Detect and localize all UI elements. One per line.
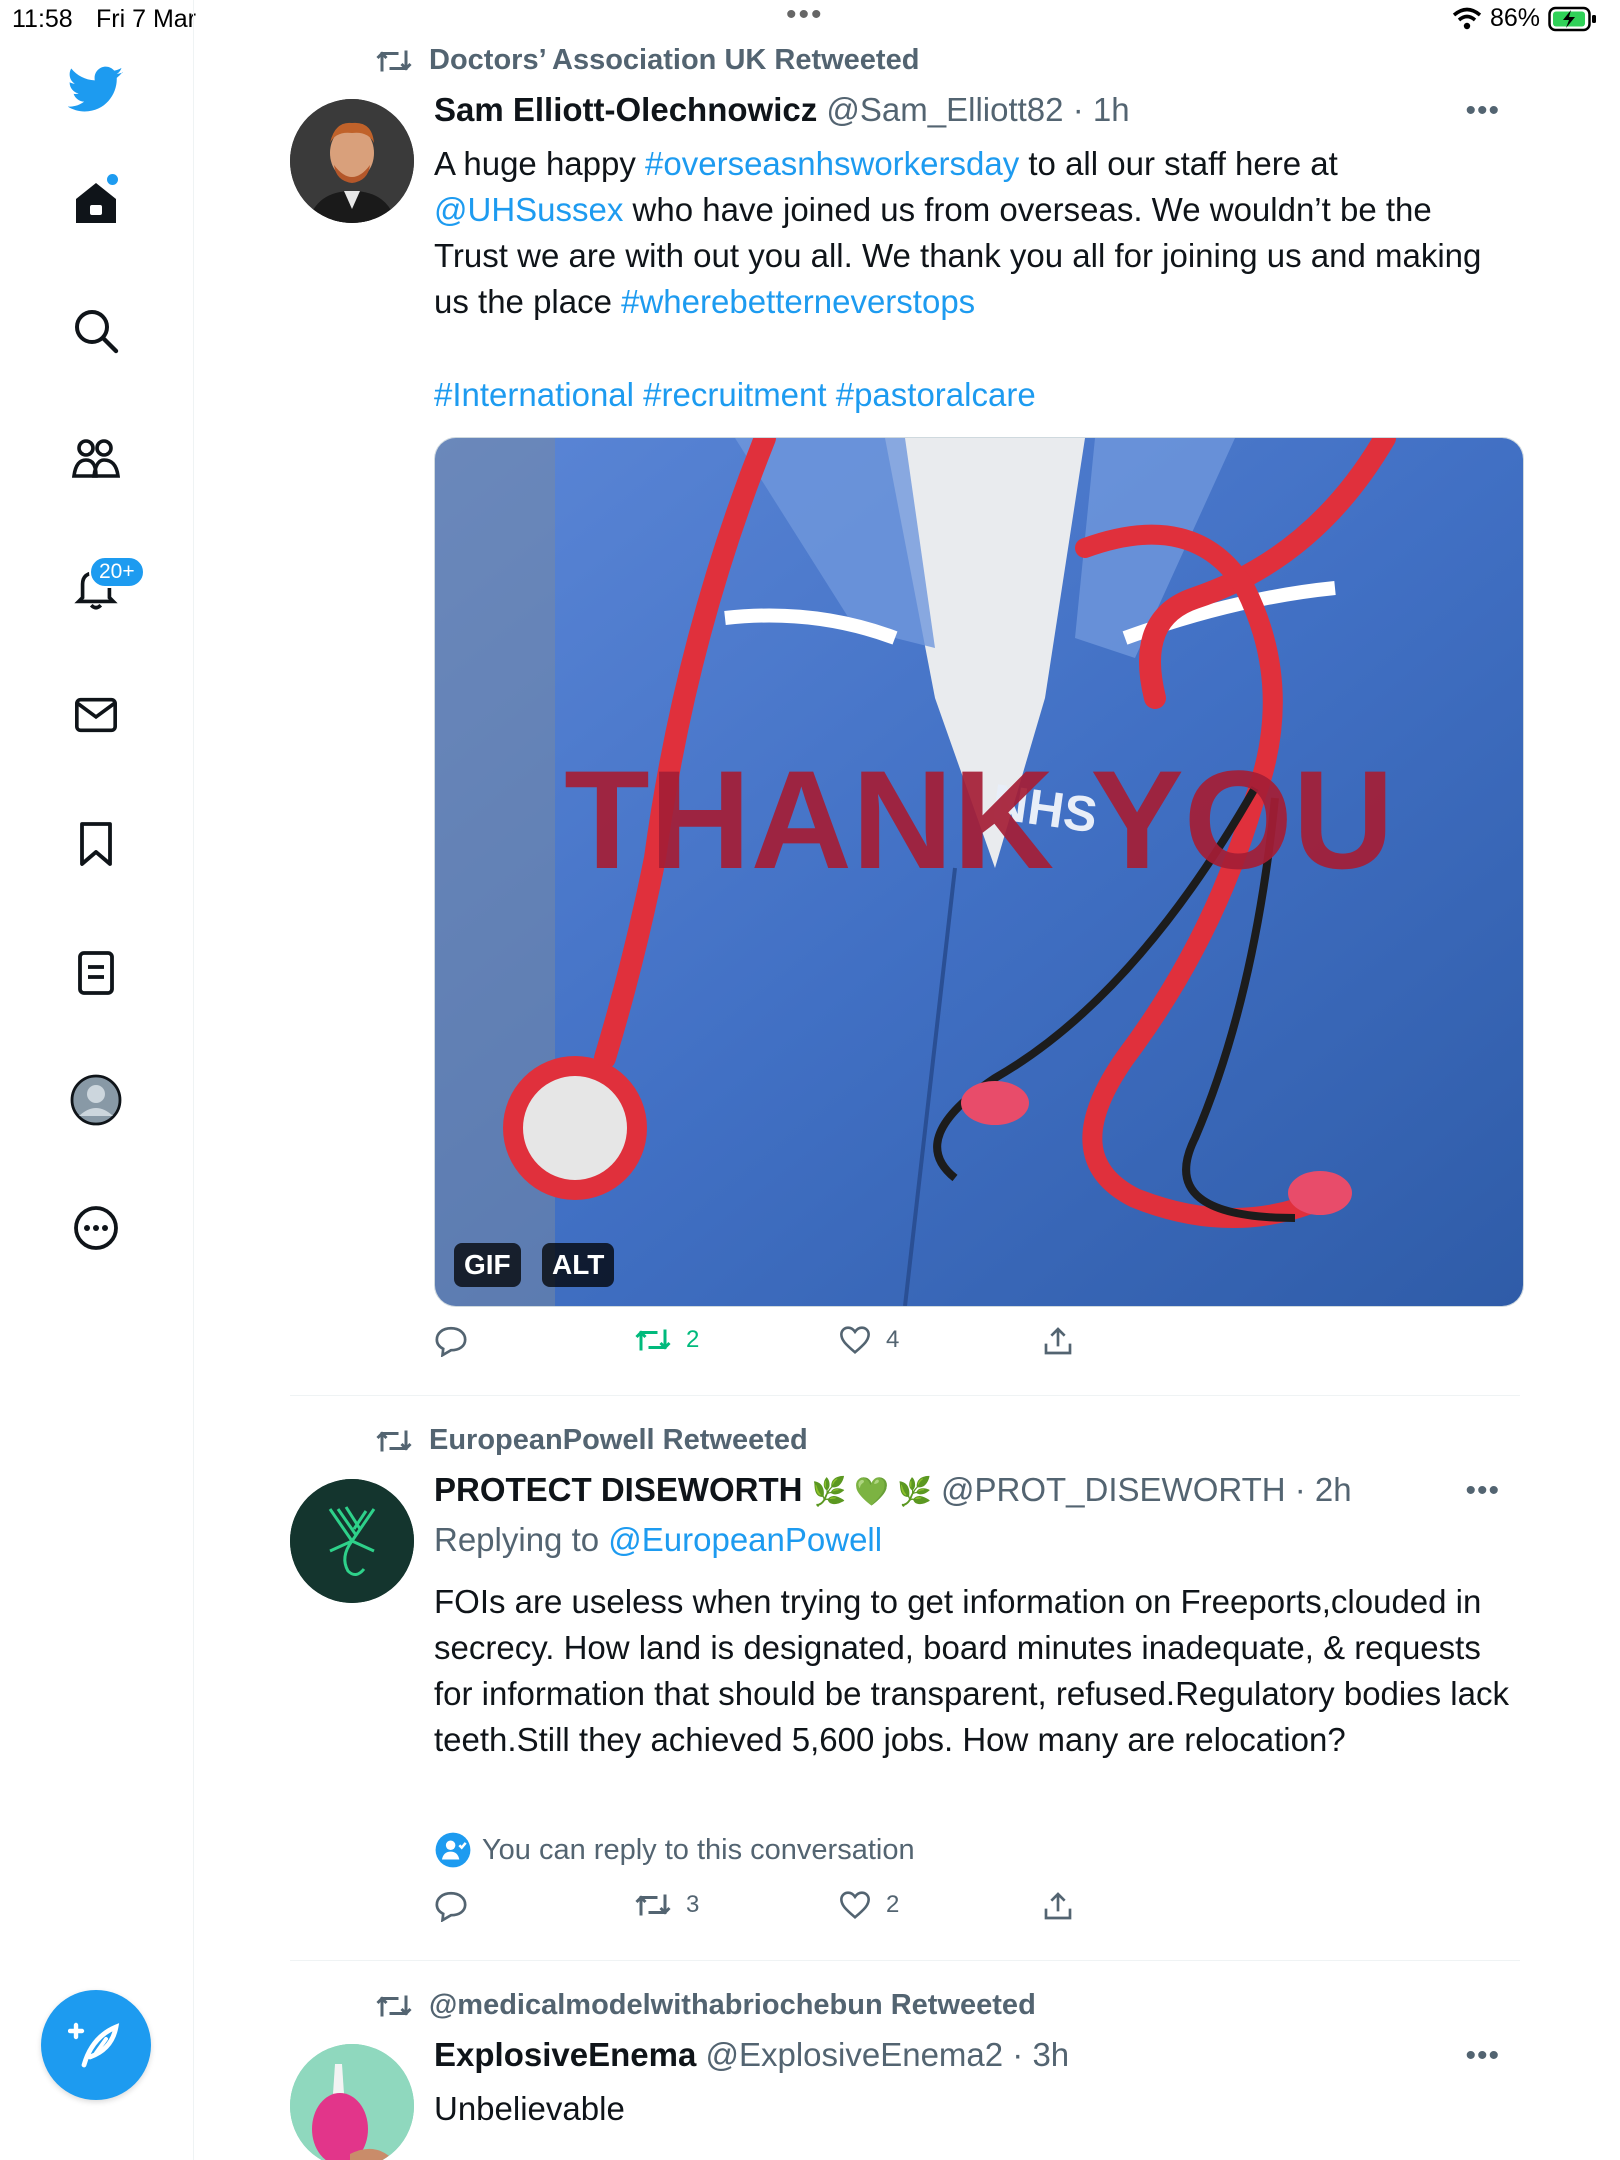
protect-diseworth-logo (290, 1479, 414, 1603)
avatar[interactable] (290, 1479, 414, 1603)
reply-icon (435, 1326, 467, 1357)
author-handle[interactable]: @ExplosiveEnema2 (705, 2036, 1003, 2073)
like-count: 2 (886, 1891, 900, 1918)
mention-link[interactable]: @UHSussex (434, 191, 623, 228)
retweeted-by-label[interactable]: EuropeanPowell Retweeted (429, 1424, 808, 1457)
bookmarks-icon[interactable] (63, 811, 129, 877)
author-handle[interactable]: @PROT_DISEWORTH (941, 1471, 1286, 1508)
profile-avatar-icon[interactable] (63, 1067, 129, 1133)
share-icon (1044, 1892, 1072, 1920)
tweet-text-segment: A huge happy (434, 145, 646, 182)
tweet-text-segment: to all our staff here at (1019, 145, 1338, 182)
tweet-more-icon[interactable]: ••• (1465, 2039, 1500, 2073)
tweet-time[interactable]: · 2h (1295, 1471, 1352, 1508)
tweet-text: Unbelievable (434, 2090, 625, 2127)
retweeted-by-label[interactable]: @medicalmodelwithabriochebun Retweeted (429, 1989, 1036, 2022)
retweeted-by-label[interactable]: Doctors’ Association UK Retweeted (429, 44, 919, 77)
retweet-icon (635, 1894, 671, 1916)
retweet-count: 2 (686, 1326, 700, 1353)
retweet-attribution: EuropeanPowell Retweeted (375, 1424, 808, 1457)
tweet-actions: 3 2 (434, 1890, 1094, 1930)
reply-restriction-icon (435, 1832, 471, 1868)
tweet-actions: 2 4 (434, 1325, 1094, 1365)
tweet-header: ExplosiveEnema @ExplosiveEnema2 · 3h (434, 2036, 1069, 2074)
retweet-button[interactable]: 3 (634, 1890, 699, 1920)
multitasking-dots[interactable]: ••• (786, 0, 824, 32)
battery-percent: 86% (1489, 4, 1540, 32)
author-name[interactable]: Sam Elliott-Olechnowicz (434, 91, 817, 128)
share-button[interactable] (1042, 1325, 1074, 1357)
replying-to-prefix: Replying to (434, 1521, 609, 1558)
tweet-divider (290, 1395, 1520, 1396)
compose-feather-icon (68, 2022, 120, 2068)
replying-to: Replying to @EuropeanPowell (434, 1521, 882, 1559)
reply-restriction-text: You can reply to this conversation (482, 1833, 915, 1866)
battery-charging-icon (1548, 6, 1596, 31)
alt-text-button[interactable]: ALT (542, 1243, 615, 1287)
tweet-more-icon[interactable]: ••• (1465, 1474, 1500, 1508)
retweet-icon (376, 50, 412, 71)
status-bar: 11:58 Fri 7 Mar ••• 86% (0, 0, 1620, 40)
reply-button[interactable] (434, 1890, 468, 1922)
author-name[interactable]: PROTECT DISEWORTH (434, 1471, 803, 1508)
notifications-badge: 20+ (89, 556, 145, 588)
gif-overlay-text: THANK YOU (564, 741, 1394, 898)
reply-button[interactable] (434, 1325, 468, 1357)
retweet-icon (376, 1430, 412, 1451)
reply-restriction-notice: You can reply to this conversation (434, 1831, 915, 1869)
tweet-header: PROTECT DISEWORTH 🌿 💚 🌿 @PROT_DISEWORTH … (434, 1471, 1352, 1509)
tweet-time[interactable]: · 3h (1012, 2036, 1069, 2073)
status-right: 86% (1452, 4, 1598, 33)
retweet-count: 3 (686, 1891, 700, 1918)
tweet-text: FOIs are useless when trying to get info… (434, 1583, 1509, 1758)
replying-to-handle[interactable]: @EuropeanPowell (608, 1521, 882, 1558)
retweet-icon (376, 1995, 412, 2016)
tweet-time[interactable]: · 1h (1073, 91, 1130, 128)
tweet-header: Sam Elliott-Olechnowicz @Sam_Elliott82 ·… (434, 91, 1130, 129)
compose-tweet-button[interactable] (41, 1990, 151, 2100)
retweet-icon (635, 1329, 671, 1351)
share-button[interactable] (1042, 1890, 1074, 1922)
like-button[interactable]: 2 (838, 1890, 899, 1920)
retweet-attribution: Doctors’ Association UK Retweeted (375, 44, 919, 77)
gif-label: GIF (454, 1243, 521, 1287)
like-count: 4 (886, 1326, 900, 1353)
hashtag-link[interactable]: #overseasnhsworkersday (645, 145, 1019, 182)
tweet-card[interactable]: EuropeanPowell Retweeted PROTECT DISEWOR… (290, 1424, 1520, 1944)
hashtag-link[interactable]: #wherebetterneverstops (621, 283, 975, 320)
share-icon (1044, 1327, 1072, 1355)
heart-icon (840, 1326, 870, 1354)
retweet-attribution: @medicalmodelwithabriochebun Retweeted (375, 1989, 1036, 2022)
messages-icon[interactable] (63, 682, 129, 748)
home-unread-dot (107, 174, 118, 185)
like-button[interactable]: 4 (838, 1325, 899, 1355)
hashtags-line[interactable]: #International #recruitment #pastoralcar… (434, 372, 1514, 418)
author-handle[interactable]: @Sam_Elliott82 (826, 91, 1063, 128)
author-name[interactable]: ExplosiveEnema (434, 2036, 696, 2073)
avatar[interactable] (290, 2044, 414, 2160)
tweet-card[interactable]: @medicalmodelwithabriochebun Retweeted E… (290, 1989, 1520, 2160)
tweet-gif-media[interactable]: NHS THANK YOU (434, 437, 1524, 1307)
home-icon[interactable] (63, 170, 129, 236)
tweet-text: A huge happy #overseasnhsworkersday to a… (434, 141, 1514, 325)
tweet-divider (290, 1960, 1520, 1961)
twitter-logo-icon[interactable] (63, 57, 129, 123)
author-name-emojis: 🌿 💚 🌿 (811, 1476, 932, 1507)
more-options-icon[interactable] (63, 1195, 129, 1261)
tweet-more-icon[interactable]: ••• (1465, 94, 1500, 128)
reply-icon (435, 1891, 467, 1922)
sidebar: 20+ (0, 0, 194, 2160)
nhs-uniform-stethoscope-image: NHS THANK YOU (435, 438, 1523, 1306)
heart-icon (840, 1891, 870, 1919)
avatar[interactable] (290, 99, 414, 223)
retweet-button[interactable]: 2 (634, 1325, 699, 1355)
communities-icon[interactable] (63, 427, 129, 493)
wifi-icon (1452, 7, 1482, 29)
lists-icon[interactable] (63, 940, 129, 1006)
search-icon[interactable] (63, 298, 129, 364)
